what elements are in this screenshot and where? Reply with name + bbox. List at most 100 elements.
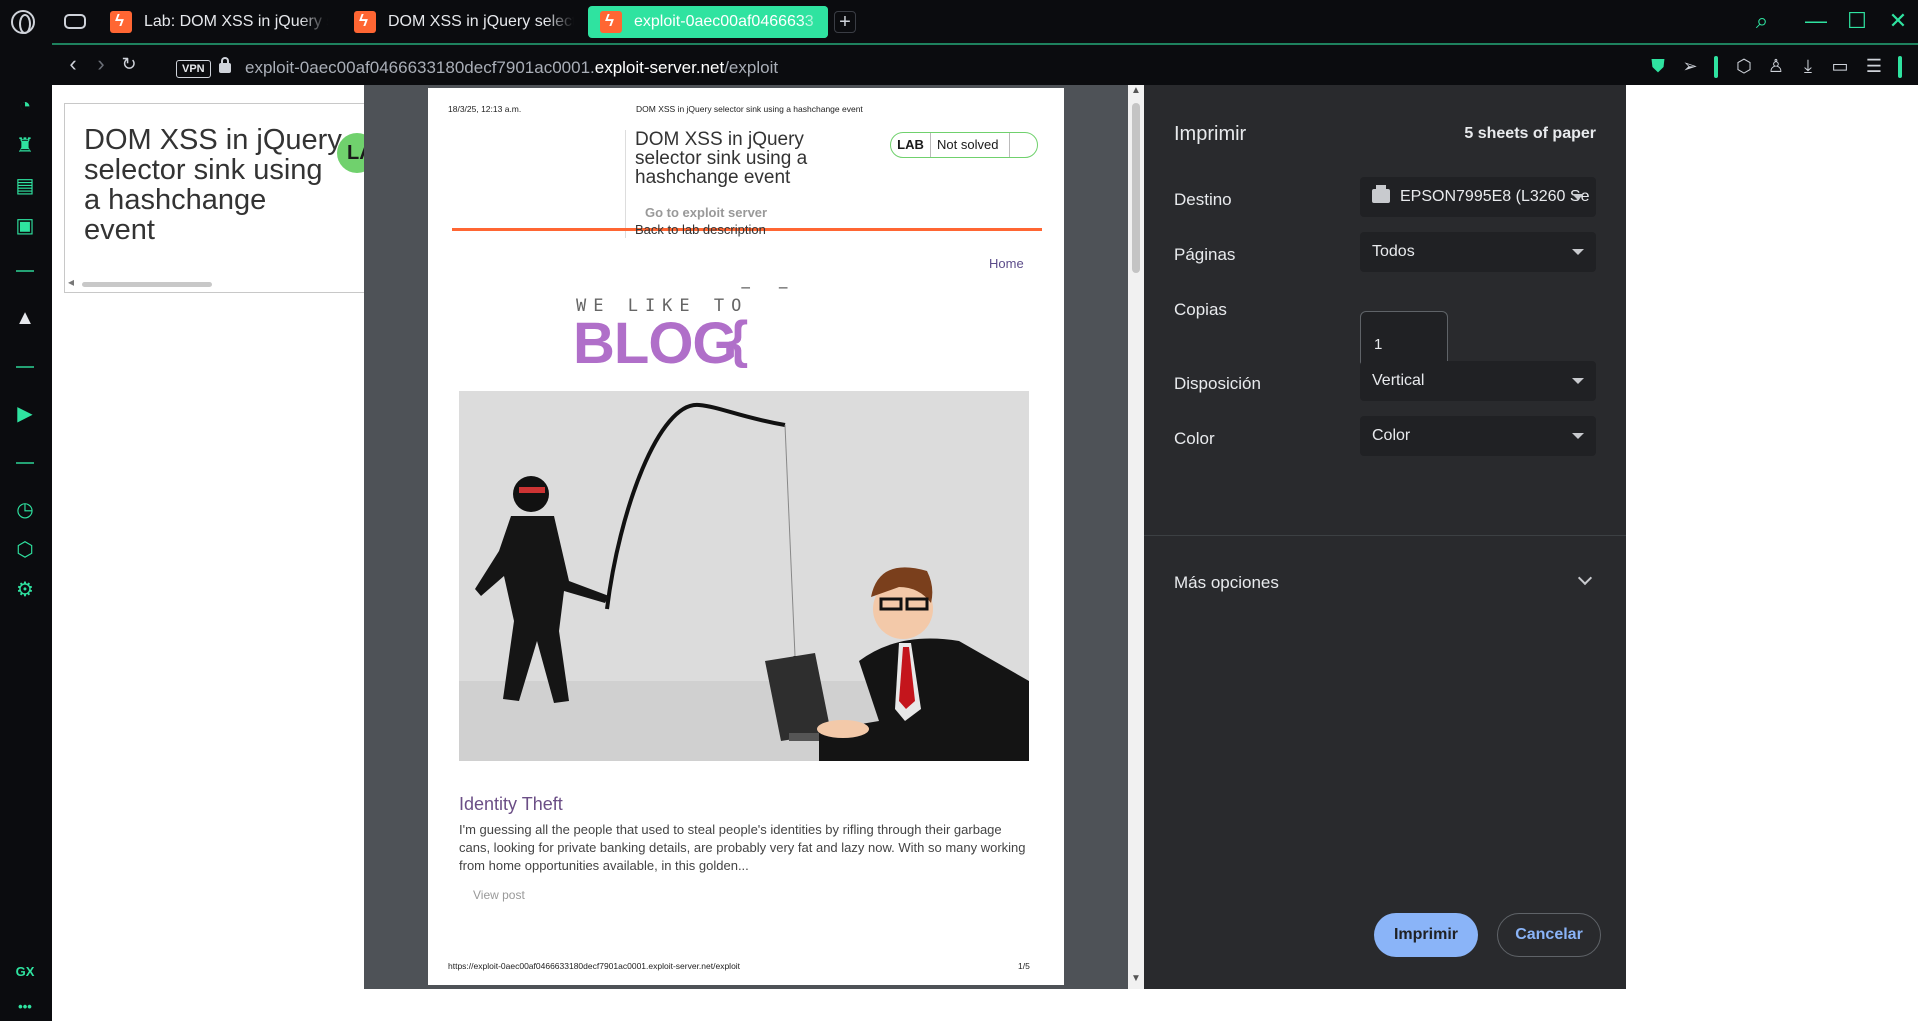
scrollbar-thumb[interactable] (1132, 103, 1140, 273)
navigation-bar: ‹ › ↻ VPN exploit-0aec00af0466633180decf… (52, 45, 1918, 85)
url-path: /exploit (724, 58, 779, 77)
layout-value: Vertical (1372, 372, 1425, 389)
print-button[interactable]: Imprimir (1374, 913, 1478, 957)
destination-value: EPSON7995E8 (L3260 Se (1400, 188, 1590, 205)
post-excerpt: I'm guessing all the people that used to… (459, 822, 1026, 873)
chevron-down-icon (1572, 249, 1584, 255)
opera-gx-logo-icon[interactable] (11, 10, 35, 34)
extensions-cube-icon[interactable]: ⬡ (13, 538, 37, 562)
more-options-toggle[interactable]: Más opciones (1174, 573, 1279, 593)
toolbar-accent-bar (1898, 56, 1902, 78)
maximize-button[interactable]: ☐ (1842, 8, 1872, 34)
preview-header-date: 18/3/25, 12:13 a.m. (448, 104, 522, 114)
vpn-badge[interactable]: VPN (176, 60, 211, 78)
phishing-illustration-icon (459, 402, 1029, 761)
address-bar[interactable]: exploit-0aec00af0466633180decf7901ac0001… (245, 58, 778, 78)
sheet-count: 5 sheets of paper (1464, 125, 1596, 142)
printer-icon (1372, 185, 1390, 203)
preview-header-title: DOM XSS in jQuery selector sink using a … (636, 104, 863, 114)
tab-exploit-server[interactable]: exploit-0aec00af0466633 (588, 6, 828, 38)
blog-logo-text: BLOG (573, 311, 738, 376)
tab-lab[interactable]: Lab: DOM XSS in jQuery se (98, 6, 328, 38)
ram-limiter-icon[interactable]: ▣ (13, 214, 37, 238)
color-value: Color (1372, 427, 1411, 444)
portswigger-favicon-icon (600, 11, 622, 33)
settings-gear-icon[interactable]: ⚙ (13, 578, 37, 602)
tab-fade (300, 6, 328, 38)
pages-value: Todos (1372, 243, 1415, 260)
minimize-button[interactable]: — (1801, 8, 1831, 34)
download-icon[interactable]: ⤓ (1796, 54, 1820, 78)
preview-lab-divider (1009, 133, 1010, 157)
gx-control-icon[interactable]: ▤ (13, 174, 37, 198)
title-bar: Lab: DOM XSS in jQuery se DOM XSS in jQu… (0, 0, 1918, 45)
toolbar-accent-bar (1714, 56, 1718, 78)
url-host: exploit-server.net (594, 58, 725, 77)
blog-logo-brace-icon: { (728, 311, 749, 369)
profile-icon[interactable]: ♙ (1764, 54, 1788, 78)
preview-exploit-link: Go to exploit server (645, 205, 768, 220)
settings-divider (1144, 535, 1626, 536)
shield-check-icon[interactable]: ⛊ (1646, 54, 1670, 78)
chevron-down-icon (1572, 433, 1584, 439)
player-icon[interactable]: ▶ (13, 402, 37, 426)
back-button[interactable]: ‹ (60, 52, 86, 78)
sidebar-separator (16, 462, 34, 464)
post-title: Identity Theft (459, 794, 563, 814)
sidebar-separator (16, 366, 34, 368)
portswigger-favicon-icon (354, 11, 376, 33)
destination-select[interactable]: EPSON7995E8 (L3260 Se (1360, 177, 1596, 217)
history-icon[interactable]: ◷ (13, 498, 37, 522)
preview-footer-page: 1/5 (1018, 961, 1030, 971)
horizontal-scrollbar[interactable] (82, 282, 212, 287)
print-preview-sheet: 18/3/25, 12:13 a.m. DOM XSS in jQuery se… (428, 88, 1064, 985)
tab-dom-xss[interactable]: DOM XSS in jQuery selecto (342, 6, 574, 38)
chevron-down-icon[interactable] (1577, 570, 1593, 586)
portswigger-favicon-icon (110, 11, 132, 33)
sidebar: ◔ ♜ ▤ ▣ ▲ ▶ ◷ ⬡ ⚙ GX ••• (0, 44, 50, 1021)
preview-footer-url: https://exploit-0aec00af0466633180decf79… (448, 961, 741, 971)
lock-icon[interactable] (219, 57, 231, 73)
pages-label: Páginas (1174, 245, 1236, 264)
chevron-down-icon (1572, 194, 1584, 200)
scroll-left-arrow-icon[interactable]: ◂ (68, 275, 74, 289)
color-select[interactable]: Color (1360, 416, 1596, 456)
cancel-button[interactable]: Cancelar (1497, 913, 1601, 957)
search-icon[interactable]: ⌕ (1747, 8, 1777, 34)
destination-label: Destino (1174, 190, 1232, 209)
new-tab-button[interactable]: + (834, 11, 856, 33)
close-window-button[interactable]: ✕ (1883, 8, 1913, 34)
forward-button[interactable]: › (88, 52, 114, 78)
preview-scrollbar[interactable]: ▲ ▼ (1128, 85, 1144, 989)
preview-lab-status: LAB Not solved (890, 132, 1038, 158)
preview-home-link: Home (989, 256, 1024, 271)
tab-title: exploit-0aec00af0466633 (634, 13, 814, 30)
scroll-up-arrow-icon[interactable]: ▲ (1131, 85, 1141, 96)
color-label: Color (1174, 429, 1215, 448)
speed-dial-icon[interactable]: ◔ (13, 94, 37, 118)
easy-setup-icon[interactable]: ☰ (1862, 54, 1886, 78)
preview-lab-label: LAB (891, 133, 931, 157)
page-title: DOM XSS in jQuery selector sink using a … (84, 124, 342, 246)
battery-icon[interactable]: ▭ (1828, 54, 1852, 78)
print-title: Imprimir (1174, 123, 1247, 145)
preview-divider (625, 130, 626, 238)
aria-icon[interactable]: ▲ (13, 306, 37, 330)
url-prefix: exploit-0aec00af0466633180decf7901ac0001… (245, 58, 595, 77)
send-icon[interactable]: ➢ (1678, 54, 1702, 78)
pages-select[interactable]: Todos (1360, 232, 1596, 272)
cleaner-icon[interactable]: ♜ (13, 134, 37, 158)
tab-fade (800, 6, 828, 38)
post-hero-image (459, 391, 1029, 761)
layout-label: Disposición (1174, 374, 1261, 393)
sidebar-separator (16, 270, 34, 272)
gx-corner-label[interactable]: GX (10, 964, 40, 979)
sidebar-more-icon[interactable]: ••• (10, 999, 40, 1014)
tab-fade (546, 6, 574, 38)
scroll-down-arrow-icon[interactable]: ▼ (1131, 973, 1141, 984)
gamepad-icon[interactable] (64, 14, 86, 29)
cube-icon[interactable]: ⬡ (1732, 54, 1756, 78)
reload-icon[interactable]: ↻ (116, 52, 142, 78)
layout-select[interactable]: Vertical (1360, 361, 1596, 401)
copies-label: Copias (1174, 300, 1227, 319)
